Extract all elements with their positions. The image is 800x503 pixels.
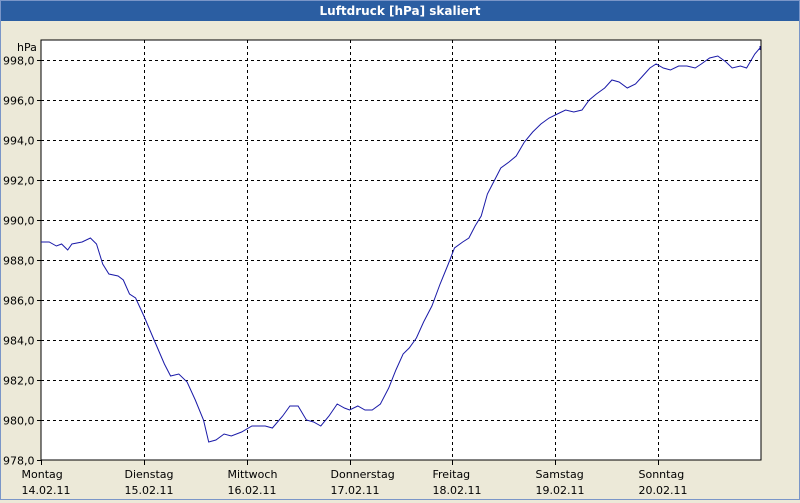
- y-tick-label: 988,0: [3, 255, 35, 268]
- y-tick-label: 990,0: [3, 215, 35, 228]
- x-tick-day-label: Montag: [22, 468, 63, 481]
- chart-window: Luftdruck [hPa] skaliert 998,0 996,0 994,0…: [0, 0, 800, 500]
- x-tick-day-label: Dienstag: [125, 468, 174, 481]
- y-tick-label: 996,0: [3, 95, 35, 108]
- x-tick-date-label: 19.02.11: [536, 484, 585, 497]
- y-tick-label: 994,0: [3, 135, 35, 148]
- y-axis-ticks: 998,0 996,0 994,0 992,0 990,0 988,0 986,0 984,0…: [3, 55, 41, 468]
- x-tick-day-label: Sonntag: [639, 468, 685, 481]
- x-tick-date-label: 15.02.11: [125, 484, 174, 497]
- x-tick-date-label: 14.02.11: [22, 484, 71, 497]
- x-axis-ticks: Montag 14.02.11 Dienstag 15.02.11 Mittwoch 16…: [22, 460, 688, 497]
- x-tick-date-label: 17.02.11: [331, 484, 380, 497]
- y-tick-label: 998,0: [3, 55, 35, 68]
- x-tick-day-label: Donnerstag: [331, 468, 395, 481]
- y-tick-label: 986,0: [3, 295, 35, 308]
- x-tick-date-label: 18.02.11: [433, 484, 482, 497]
- y-axis-unit-label: hPa: [17, 41, 37, 54]
- y-tick-label: 984,0: [3, 335, 35, 348]
- x-tick-day-label: Mittwoch: [228, 468, 278, 481]
- window-title: Luftdruck [hPa] skaliert: [1, 1, 799, 21]
- x-tick-date-label: 16.02.11: [228, 484, 277, 497]
- plot-background: [40, 39, 762, 461]
- x-tick-day-label: Freitag: [433, 468, 471, 481]
- pressure-chart: 998,0 996,0 994,0 992,0 990,0 988,0 986,0 984,0…: [3, 39, 762, 497]
- y-tick-label: 978,0: [3, 455, 35, 468]
- y-tick-label: 980,0: [3, 415, 35, 428]
- chart-area: 998,0 996,0 994,0 992,0 990,0 988,0 986,0 984,0…: [1, 21, 799, 499]
- y-tick-label: 992,0: [3, 175, 35, 188]
- y-tick-label: 982,0: [3, 375, 35, 388]
- x-tick-date-label: 20.02.11: [639, 484, 688, 497]
- x-tick-day-label: Samstag: [536, 468, 584, 481]
